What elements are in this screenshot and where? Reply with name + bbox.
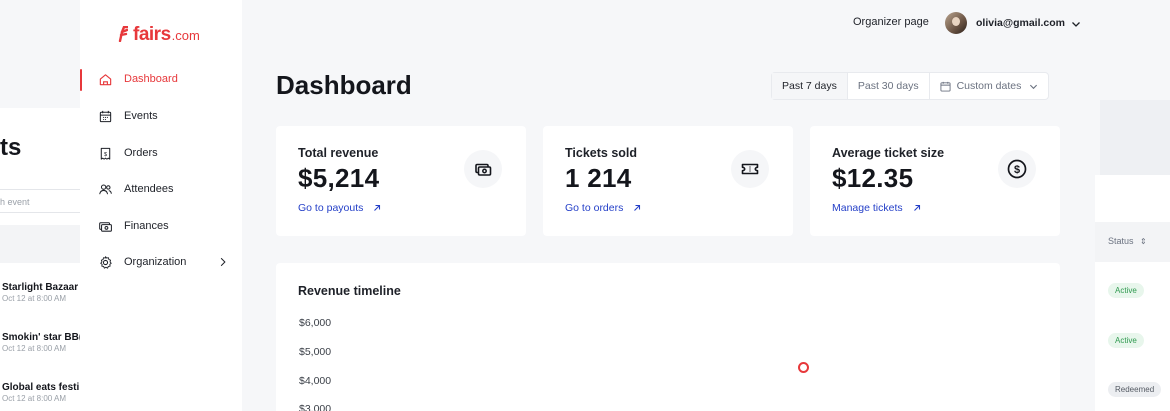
background-table-header <box>0 225 80 263</box>
date-range-selector: Past 7 days Past 30 days Custom dates <box>771 72 1050 100</box>
card-icon-wrap <box>464 150 502 188</box>
gear-icon <box>100 255 112 269</box>
card-icon-wrap: $ <box>998 150 1036 188</box>
sidebar-item-orders[interactable]: $ Orders <box>98 143 228 163</box>
stat-card-total-revenue: Total revenue $5,214 Go to payouts <box>276 126 526 236</box>
sort-icon: ⇕ <box>1140 237 1147 246</box>
home-icon <box>99 73 112 85</box>
background-event-row: Global eats festi Oct 12 at 8:00 AM <box>2 382 82 403</box>
brand-tld: .com <box>171 28 200 43</box>
sidebar-item-organization[interactable]: Organization <box>98 252 228 272</box>
y-tick-label: $6,000 <box>299 317 332 329</box>
manage-tickets-link[interactable]: Manage tickets <box>832 202 921 214</box>
svg-text:$: $ <box>1014 164 1020 176</box>
brand-logo[interactable]: fairs .com <box>118 24 200 46</box>
ticket-icon <box>741 163 759 175</box>
chevron-down-icon[interactable] <box>1071 19 1081 29</box>
chevron-right-icon <box>220 257 226 267</box>
status-header-label: Status <box>1108 236 1134 246</box>
svg-text:$: $ <box>104 151 108 157</box>
card-icon-wrap <box>731 150 769 188</box>
page-title: Dashboard <box>276 70 412 100</box>
sidebar-item-label: Finances <box>124 220 169 232</box>
background-search-input: h event <box>0 189 80 213</box>
range-past-30-days[interactable]: Past 30 days <box>848 73 930 99</box>
status-badge: Active <box>1108 283 1144 298</box>
background-event-row: Smokin' star BB( Oct 12 at 8:00 AM <box>2 332 82 353</box>
revenue-timeline-panel: Revenue timeline $6,000 $5,000 $4,000 $3… <box>276 263 1060 411</box>
event-date: Oct 12 at 8:00 AM <box>2 294 67 303</box>
money-icon <box>99 221 112 232</box>
sidebar-item-events[interactable]: Events <box>98 106 228 126</box>
avatar[interactable] <box>945 12 967 34</box>
background-page-title: ts <box>0 134 22 161</box>
active-nav-indicator <box>80 69 82 91</box>
arrow-up-right-icon <box>913 204 920 211</box>
user-email[interactable]: olivia@gmail.com <box>976 17 1065 29</box>
range-label: Custom dates <box>956 80 1022 92</box>
range-past-7-days[interactable]: Past 7 days <box>772 73 848 99</box>
organizer-page-link[interactable]: Organizer page <box>853 16 929 28</box>
calendar-icon <box>940 81 951 92</box>
fairs-logo-icon <box>118 26 128 42</box>
chevron-down-icon <box>1030 84 1038 89</box>
status-badge: Redeemed <box>1108 382 1162 397</box>
status-badge: Active <box>1108 333 1144 348</box>
stat-card-average-ticket-size: Average ticket size $12.35 Manage ticket… <box>810 126 1060 236</box>
background-event-row: Starlight Bazaar Oct 12 at 8:00 AM <box>2 282 82 303</box>
stat-label: Average ticket size <box>832 146 945 160</box>
background-right-header <box>1100 100 1170 175</box>
sidebar-item-label: Attendees <box>124 183 174 195</box>
go-to-payouts-link[interactable]: Go to payouts <box>298 202 381 214</box>
brand-name: fairs <box>133 24 171 45</box>
range-custom-dates[interactable]: Custom dates <box>930 73 1049 99</box>
stat-value: 1 214 <box>565 163 632 193</box>
sidebar-item-label: Events <box>124 110 158 122</box>
timeline-title: Revenue timeline <box>298 284 401 298</box>
event-date: Oct 12 at 8:00 AM <box>2 394 67 403</box>
stat-label: Tickets sold <box>565 146 638 160</box>
sidebar-item-finances[interactable]: Finances <box>98 216 228 236</box>
stat-value: $5,214 <box>298 163 380 193</box>
sidebar: fairs .com Dashboard Events $ Orders Att… <box>80 0 242 411</box>
dollar-icon: $ <box>1007 159 1027 179</box>
event-name: Starlight Bazaar <box>2 282 79 293</box>
arrow-up-right-icon <box>374 204 381 211</box>
cash-icon <box>475 163 492 176</box>
sidebar-item-label: Orders <box>124 147 158 159</box>
link-label: Manage tickets <box>832 202 903 214</box>
range-label: Past 7 days <box>782 80 837 92</box>
go-to-orders-link[interactable]: Go to orders <box>565 202 641 214</box>
sidebar-item-attendees[interactable]: Attendees <box>98 179 228 199</box>
y-tick-label: $5,000 <box>299 346 332 358</box>
data-point-marker[interactable] <box>798 362 809 373</box>
range-label: Past 30 days <box>857 80 919 92</box>
event-name: Smokin' star BB( <box>2 332 82 343</box>
stat-value: $12.35 <box>832 163 914 193</box>
calendar-icon <box>99 110 112 122</box>
link-label: Go to orders <box>565 202 624 214</box>
users-icon <box>99 183 112 194</box>
arrow-up-right-icon <box>634 204 641 211</box>
sidebar-item-dashboard[interactable]: Dashboard <box>98 69 228 89</box>
stat-card-tickets-sold: Tickets sold 1 214 Go to orders <box>543 126 793 236</box>
event-date: Oct 12 at 8:00 AM <box>2 344 67 353</box>
background-status-header: Status ⇕ <box>1095 222 1170 262</box>
event-name: Global eats festi <box>2 382 80 393</box>
y-tick-label: $4,000 <box>299 375 332 387</box>
stat-label: Total revenue <box>298 146 379 160</box>
receipt-icon: $ <box>100 147 111 160</box>
y-tick-label: $3,000 <box>299 403 332 411</box>
sidebar-item-label: Dashboard <box>124 73 178 85</box>
link-label: Go to payouts <box>298 202 364 214</box>
sidebar-item-label: Organization <box>124 256 187 268</box>
